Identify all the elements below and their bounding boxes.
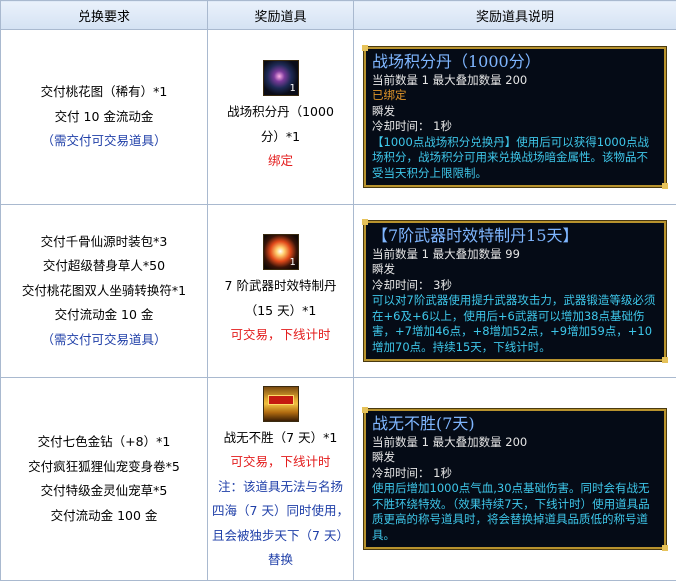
tooltip-description: 可以对7阶武器使用提升武器攻击力，武器锻造等级必须在+6及+6以上，使用后+6武… [372,293,656,354]
tooltip-description: 【1000点战场积分兑换丹】使用后可以获得1000点战场积分，战场积分可用来兑换… [372,134,650,180]
scroll-band [267,394,294,405]
requirement-line: 交付特级金灵仙宠草*5 [40,483,168,498]
tooltip-cast: 瞬发 [372,103,395,118]
tooltip-title: 【7阶武器时效特制丹15天】 [372,225,579,245]
requirement-line: 交付 10 金流动金 [54,108,154,124]
reward-item-cell: 1 7 阶武器时效特制丹 （15 天）*1 可交易，下线计时 [207,204,354,378]
requirement-line: 交付流动金 100 金 [50,507,158,523]
tooltip-cooldown: 冷却时间： 1秒 [372,119,452,134]
item-name-line: 7 阶武器时效特制丹 [224,278,337,294]
item-name-line: （15 天）*1 [244,302,317,318]
description-cell: 【7阶武器时效特制丹15天】 当前数量 1 最大叠加数量 99 瞬发 冷却时间：… [353,204,676,378]
tooltip-title: 战场积分丹（1000分） [372,51,541,71]
requirements-cell: 交付七色金钻（+8）*1 交付疯狂狐狸仙宠变身卷*5 交付特级金灵仙宠草*5 交… [0,377,208,581]
tooltip-stats: 当前数量 1 最大叠加数量 200 [372,72,528,87]
item-name-line: 分）*1 [260,128,301,144]
item-status: 可交易，下线计时 [230,327,331,343]
item-quantity: 1 [289,83,296,95]
item-quantity: 1 [289,257,296,269]
item-name-line: 战场积分丹（1000 [227,104,334,120]
requirement-line: 交付七色金钻（+8）*1 [37,434,171,449]
tooltip-cooldown: 冷却时间： 3秒 [372,277,452,292]
item-tooltip: 战无不胜(7天) 当前数量 1 最大叠加数量 200 瞬发 冷却时间： 1秒 使… [362,406,668,551]
item-name-line: 战无不胜（7 天）*1 [223,429,338,445]
requirement-line: 交付桃花图双人坐骑转换符*1 [21,282,187,298]
jade-orb-icon: 1 [262,60,299,97]
requirement-line: 交付桃花图（稀有）*1 [40,84,168,100]
tooltip-cast: 瞬发 [372,450,395,465]
tooltip-cast: 瞬发 [372,262,395,277]
header-reward-description: 奖励道具说明 [353,0,676,30]
requirement-line: 交付疯狂狐狸仙宠变身卷*5 [28,458,180,474]
tooltip-bound: 已绑定 [372,88,407,103]
requirements-cell: 交付桃花图（稀有）*1 交付 10 金流动金 （需交付可交易道具） [0,29,208,205]
tooltip-title: 战无不胜(7天) [372,413,475,433]
tooltip-stats: 当前数量 1 最大叠加数量 99 [372,246,520,261]
exchange-table: 兑换要求 奖励道具 奖励道具说明 交付桃花图（稀有）*1 交付 10 金流动金 … [0,0,676,581]
description-cell: 战场积分丹（1000分） 当前数量 1 最大叠加数量 200 已绑定 瞬发 冷却… [353,29,676,205]
description-cell: 战无不胜(7天) 当前数量 1 最大叠加数量 200 瞬发 冷却时间： 1秒 使… [353,377,676,581]
header-requirements: 兑换要求 [0,0,208,30]
tooltip-cooldown: 冷却时间： 1秒 [372,465,452,480]
requirement-line: 交付流动金 10 金 [54,307,154,323]
header-reward-item: 奖励道具 [207,0,354,30]
item-note: 注：该道具无法与名扬四海（7 天）同时使用，且会被独步天下（7 天）替换 [212,478,349,568]
requirement-line: 交付超级替身草人*50 [42,258,166,274]
tooltip-description: 使用后增加1000点气血,30点基础伤害。同时会有战无不胜环绕特效。（效果持续7… [372,481,650,542]
tooltip-stats: 当前数量 1 最大叠加数量 200 [372,434,528,449]
table-row: 交付千骨仙源时装包*3 交付超级替身草人*50 交付桃花图双人坐骑转换符*1 交… [0,204,676,378]
requirement-line: 交付千骨仙源时装包*3 [40,233,168,249]
requirements-note: （需交付可交易道具） [41,133,167,149]
requirements-cell: 交付千骨仙源时装包*3 交付超级替身草人*50 交付桃花图双人坐骑转换符*1 交… [0,204,208,378]
item-status: 绑定 [267,153,293,169]
item-status: 可交易，下线计时 [230,454,331,469]
requirements-note: （需交付可交易道具） [41,331,167,347]
table-row: 交付七色金钻（+8）*1 交付疯狂狐狸仙宠变身卷*5 交付特级金灵仙宠草*5 交… [0,377,676,581]
reward-item-cell: 1 战场积分丹（1000 分）*1 绑定 [207,29,354,205]
fire-pill-icon: 1 [262,234,299,271]
reward-item-cell: 战无不胜（7 天）*1 可交易，下线计时 注：该道具无法与名扬四海（7 天）同时… [207,377,354,581]
item-tooltip: 【7阶武器时效特制丹15天】 当前数量 1 最大叠加数量 99 瞬发 冷却时间：… [362,218,668,363]
golden-title-scroll-icon [262,385,299,422]
table-header-row: 兑换要求 奖励道具 奖励道具说明 [0,0,676,30]
table-row: 交付桃花图（稀有）*1 交付 10 金流动金 （需交付可交易道具） 1 战场积分… [0,29,676,205]
item-tooltip: 战场积分丹（1000分） 当前数量 1 最大叠加数量 200 已绑定 瞬发 冷却… [362,44,668,189]
